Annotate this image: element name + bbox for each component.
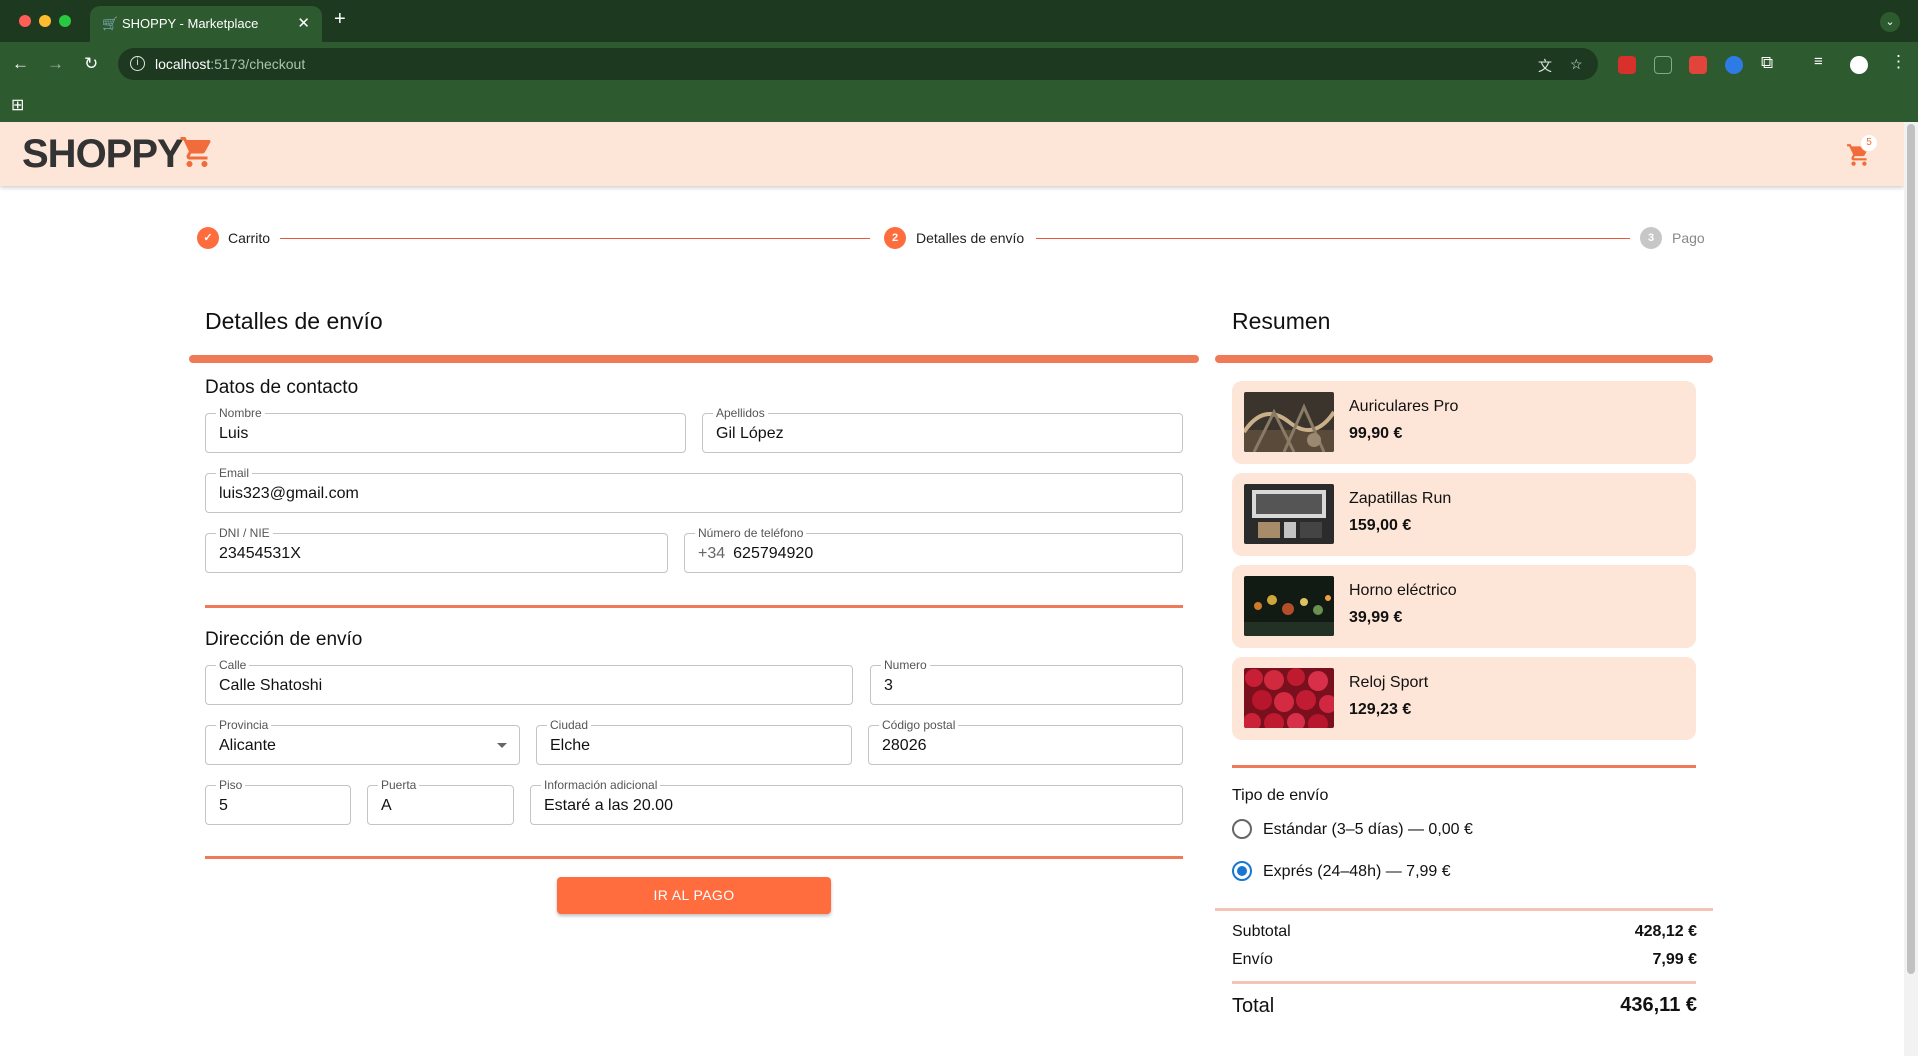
section-divider	[205, 856, 1183, 859]
step-label-envio: Detalles de envío	[916, 230, 1025, 246]
item-price: 129,23 €	[1349, 701, 1412, 718]
close-tab-icon[interactable]: ✕	[297, 14, 310, 32]
reload-icon[interactable]: ↻	[84, 54, 98, 74]
logo-cart-icon	[180, 137, 211, 167]
back-arrow-icon[interactable]: ←	[12, 54, 29, 74]
nombre-field[interactable]: Nombre Luis	[205, 406, 686, 453]
dni-field[interactable]: DNI / NIE 23454531X	[205, 526, 668, 573]
summary-item-card: Horno eléctrico 39,99 €	[1232, 565, 1696, 648]
codigo-postal-field[interactable]: Código postal 28026	[868, 718, 1183, 765]
shipping-type-title: Tipo de envío	[1232, 787, 1329, 804]
contact-section-title: Datos de contacto	[205, 377, 359, 398]
subtotal-label: Subtotal	[1232, 923, 1291, 940]
shipping-form-title: Detalles de envío	[205, 308, 383, 334]
section-divider	[1232, 981, 1696, 984]
radio-checked-icon[interactable]	[1232, 861, 1252, 881]
apellidos-field[interactable]: Apellidos Gil López	[702, 406, 1183, 453]
page-scrollbar[interactable]	[1904, 122, 1918, 1056]
extension-new-icon[interactable]	[1618, 56, 1636, 74]
step-number-pending: 3	[1640, 227, 1662, 249]
shoppy-logo[interactable]: SHOPPY	[22, 132, 184, 177]
numero-field[interactable]: Numero 3	[870, 658, 1183, 705]
address-section-title: Dirección de envío	[205, 629, 363, 650]
address-bar[interactable]: i localhost:5173/checkout 文 ☆	[118, 48, 1598, 80]
bookmark-star-icon[interactable]: ☆	[1570, 56, 1583, 73]
section-divider	[205, 605, 1183, 608]
radio-unchecked-icon[interactable]	[1232, 819, 1252, 839]
profile-avatar[interactable]	[1850, 56, 1868, 74]
summary-title: Resumen	[1232, 308, 1331, 334]
info-adicional-field[interactable]: Información adicional Estaré a las 20.00	[530, 778, 1183, 825]
extension-blue-icon[interactable]	[1725, 56, 1743, 74]
bookmarks-bar: ⊞	[0, 86, 1918, 122]
extension-box-icon[interactable]	[1654, 56, 1672, 74]
total-label: Total	[1232, 995, 1275, 1017]
product-image	[1244, 484, 1334, 544]
scrollbar-thumb[interactable]	[1907, 124, 1915, 974]
tab-title: SHOPPY - Marketplace	[122, 16, 259, 31]
cart-favicon-icon: 🛒	[102, 16, 119, 31]
item-price: 99,90 €	[1349, 425, 1403, 442]
site-info-icon[interactable]: i	[130, 56, 145, 71]
step-label-pago: Pago	[1672, 230, 1705, 246]
step-connector	[1036, 238, 1630, 239]
maximize-window-button[interactable]	[59, 15, 71, 27]
item-name: Zapatillas Run	[1349, 490, 1452, 507]
cart-count-badge: 5	[1860, 134, 1878, 152]
forward-arrow-icon[interactable]: →	[47, 54, 64, 74]
item-name: Auriculares Pro	[1349, 398, 1459, 415]
shipping-cost-value: 7,99 €	[1652, 951, 1697, 968]
reading-list-icon[interactable]: ≡	[1814, 53, 1823, 70]
item-price: 159,00 €	[1349, 517, 1412, 534]
email-field[interactable]: Email luis323@gmail.com	[205, 466, 1183, 513]
calle-field[interactable]: Calle Calle Shatoshi	[205, 658, 853, 705]
section-divider	[1232, 765, 1696, 768]
browser-menu-icon[interactable]: ⋮	[1890, 52, 1907, 72]
chevron-down-icon	[497, 743, 507, 748]
close-window-button[interactable]	[19, 15, 31, 27]
section-divider	[189, 355, 1199, 363]
summary-item-card: Zapatillas Run 159,00 €	[1232, 473, 1696, 556]
new-tab-icon[interactable]: +	[334, 8, 346, 31]
url-text: localhost:5173/checkout	[155, 56, 306, 72]
total-value: 436,11 €	[1620, 994, 1697, 1016]
section-divider	[1215, 355, 1713, 363]
product-image	[1244, 668, 1334, 728]
browser-tab[interactable]: 🛒 SHOPPY - Marketplace ✕	[90, 6, 322, 42]
provincia-select[interactable]: Provincia Alicante	[205, 718, 520, 765]
step-connector	[280, 238, 870, 239]
translate-icon[interactable]: 文	[1538, 56, 1552, 76]
summary-item-card: Auriculares Pro 99,90 €	[1232, 381, 1696, 464]
phone-prefix: +34	[698, 545, 726, 562]
minimize-window-button[interactable]	[39, 15, 51, 27]
puerta-field[interactable]: Puerta A	[367, 778, 514, 825]
subtotal-value: 428,12 €	[1634, 923, 1697, 940]
step-done-check-icon: ✓	[197, 227, 219, 249]
browser-tab-bar: 🛒 SHOPPY - Marketplace ✕ + ⌄	[0, 0, 1918, 42]
go-to-payment-button[interactable]: IR AL PAGO	[557, 877, 831, 914]
app-header: SHOPPY 5	[0, 122, 1904, 186]
step-number-active: 2	[884, 227, 906, 249]
item-price: 39,99 €	[1349, 609, 1403, 626]
ciudad-field[interactable]: Ciudad Elche	[536, 718, 852, 765]
item-name: Horno eléctrico	[1349, 582, 1457, 599]
apps-grid-icon[interactable]: ⊞	[11, 95, 24, 115]
summary-item-card: Reloj Sport 129,23 €	[1232, 657, 1696, 740]
section-divider	[1215, 908, 1713, 911]
extensions-puzzle-icon[interactable]: ⧉	[1761, 53, 1773, 73]
item-name: Reloj Sport	[1349, 674, 1429, 691]
product-image	[1244, 392, 1334, 452]
phone-field[interactable]: Número de teléfono +34 625794920	[684, 526, 1183, 573]
product-image	[1244, 576, 1334, 636]
piso-field[interactable]: Piso 5	[205, 778, 351, 825]
step-label-carrito: Carrito	[228, 230, 271, 246]
tab-search-icon[interactable]: ⌄	[1880, 12, 1900, 32]
checkout-page: SHOPPY 5 ✓ Carrito 2 Detalles de envío 3…	[0, 122, 1904, 1056]
extension-red-icon[interactable]	[1689, 56, 1707, 74]
browser-toolbar: ← → ↻ i localhost:5173/checkout 文 ☆ ⧉ ≡ …	[0, 42, 1918, 86]
shipping-cost-label: Envío	[1232, 951, 1273, 968]
